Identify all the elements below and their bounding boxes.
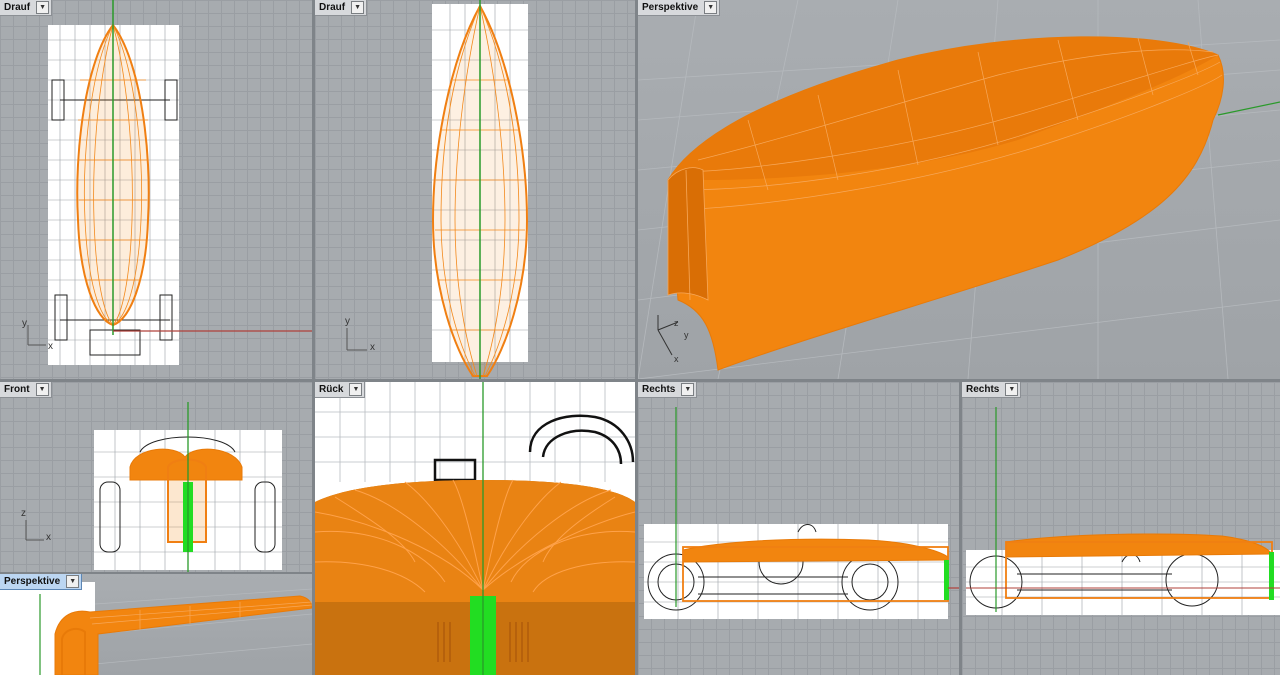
viewport-back[interactable]: Rück ▼ [315, 382, 635, 675]
axis-label-x: x [48, 341, 53, 352]
axis-label-y: y [684, 330, 689, 340]
viewport-tab-front[interactable]: Front ▼ [0, 382, 52, 398]
viewport-label: Rechts [642, 384, 676, 395]
viewport-label: Front [4, 384, 30, 395]
chevron-down-icon[interactable]: ▼ [704, 1, 718, 14]
viewport-right-1[interactable]: Rechts ▼ [638, 382, 959, 675]
viewport-canvas [638, 0, 1280, 379]
viewport-label: Drauf [319, 2, 346, 13]
viewport-canvas [966, 407, 1280, 615]
chevron-down-icon[interactable]: ▼ [351, 1, 365, 14]
chevron-down-icon[interactable]: ▼ [1005, 383, 1019, 396]
viewport-canvas [644, 407, 959, 619]
viewport-tab-perspective-2[interactable]: Perspektive ▼ [0, 574, 83, 590]
viewport-canvas [25, 402, 282, 572]
viewport-top-1[interactable]: Drauf ▼ y x [0, 0, 312, 379]
viewport-tab-back[interactable]: Rück ▼ [315, 382, 366, 398]
viewport-label: Rück [319, 384, 344, 395]
axis-label-z: z [21, 508, 26, 519]
viewport-label: Perspektive [642, 2, 699, 13]
viewport-perspective-2[interactable]: Perspektive ▼ [0, 574, 312, 675]
viewport-top-2[interactable]: Drauf ▼ y x [315, 0, 635, 379]
chevron-down-icon[interactable]: ▼ [35, 383, 49, 396]
viewport-canvas [315, 382, 635, 675]
viewport-label: Rechts [966, 384, 1000, 395]
viewport-perspective-1[interactable]: Perspektive ▼ z y x [638, 0, 1280, 379]
axis-label-x: x [370, 342, 375, 353]
viewport-tab-perspective-1[interactable]: Perspektive ▼ [638, 0, 721, 16]
viewport-tab-right-1[interactable]: Rechts ▼ [638, 382, 698, 398]
axis-label-y: y [22, 318, 27, 329]
viewport-tab-top-2[interactable]: Drauf ▼ [315, 0, 368, 16]
viewport-label: Drauf [4, 2, 31, 13]
axis-label-x: x [674, 354, 679, 364]
viewport-right-2[interactable]: Rechts ▼ [962, 382, 1280, 675]
viewport-canvas [346, 0, 529, 379]
axis-label-z: z [674, 318, 679, 328]
axis-label-y: y [345, 316, 350, 327]
viewport-front[interactable]: Front ▼ z x [0, 382, 312, 572]
viewport-tab-top-1[interactable]: Drauf ▼ [0, 0, 53, 16]
axis-label-x: x [46, 532, 51, 543]
viewport-canvas [27, 0, 312, 365]
chevron-down-icon[interactable]: ▼ [349, 383, 363, 396]
chevron-down-icon[interactable]: ▼ [66, 575, 80, 588]
viewport-label: Perspektive [4, 576, 61, 587]
viewport-tab-right-2[interactable]: Rechts ▼ [962, 382, 1022, 398]
chevron-down-icon[interactable]: ▼ [36, 1, 50, 14]
chevron-down-icon[interactable]: ▼ [681, 383, 695, 396]
